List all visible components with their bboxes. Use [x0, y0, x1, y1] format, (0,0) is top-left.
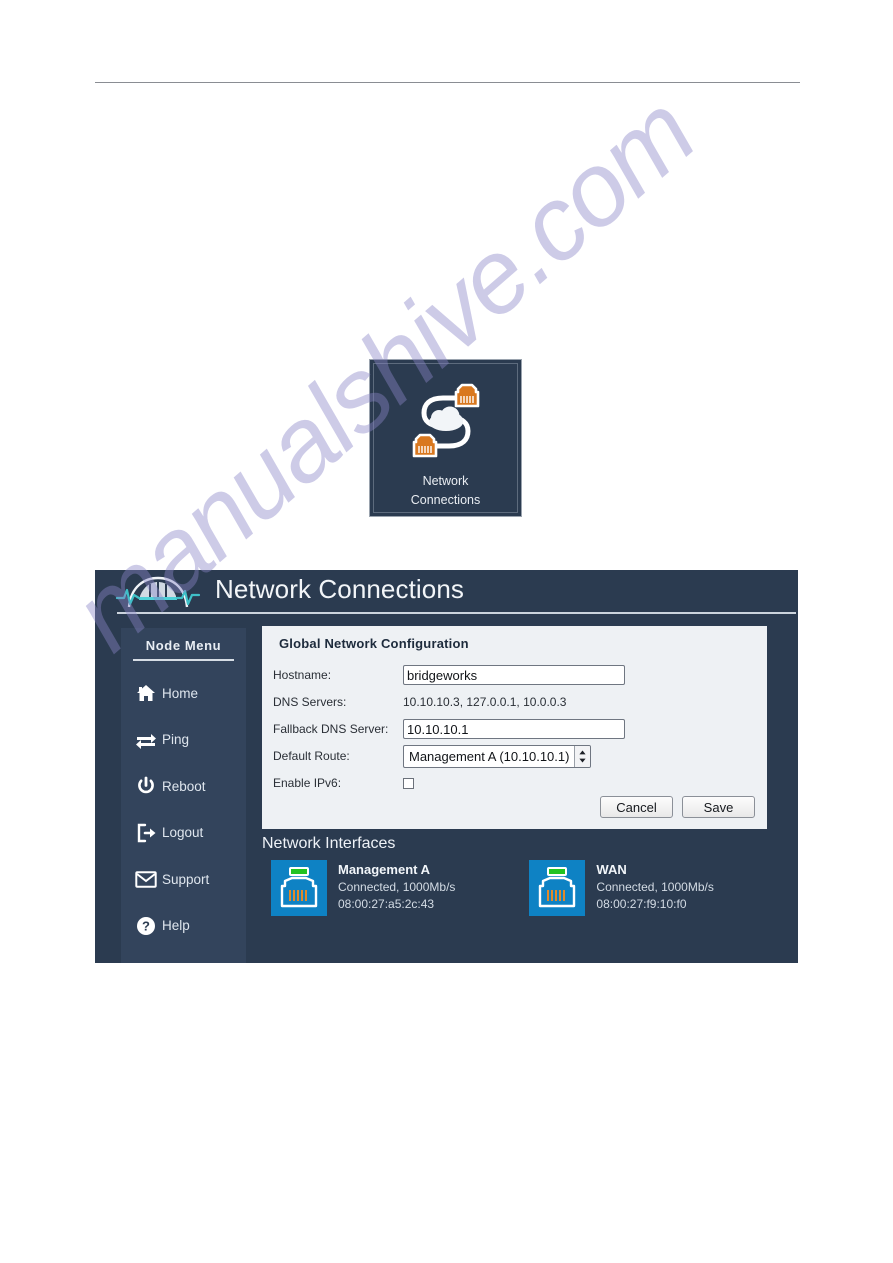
panel-button-row: Cancel Save: [600, 796, 755, 818]
default-route-select[interactable]: Management A (10.10.10.1): [403, 744, 592, 768]
sidebar-item-home[interactable]: Home: [121, 670, 246, 717]
network-interfaces-list: Management A Connected, 1000Mb/s 08:00:2…: [271, 860, 714, 916]
fallback-dns-label: Fallback DNS Server:: [273, 722, 389, 736]
network-connections-tile[interactable]: Network Connections: [369, 359, 522, 517]
default-route-label: Default Route:: [273, 749, 350, 763]
sidebar-item-label: Ping: [162, 732, 190, 748]
sidebar-title-divider: [133, 659, 234, 661]
sidebar-item-support[interactable]: Support: [121, 856, 246, 903]
power-icon: [134, 774, 158, 798]
network-interfaces-heading: Network Interfaces: [262, 835, 396, 852]
interface-status: Connected, 1000Mb/s: [338, 880, 456, 894]
network-connections-app-window: Network Connections Node Menu Home Ping …: [95, 570, 798, 963]
sidebar-item-label: Logout: [162, 825, 204, 841]
sidebar-item-logout[interactable]: Logout: [121, 810, 246, 857]
sidebar-item-help[interactable]: ? Help: [121, 903, 246, 950]
hostname-row: Hostname:: [273, 662, 753, 688]
sidebar-item-ping[interactable]: Ping: [121, 717, 246, 764]
header-divider: [117, 612, 796, 614]
page-title: Network Connections: [215, 574, 465, 604]
config-form: Hostname: DNS Servers: 10.10.10.3, 127.0…: [273, 662, 753, 797]
save-button[interactable]: Save: [682, 796, 755, 818]
home-icon: [134, 681, 158, 705]
sidebar-item-label: Support: [162, 871, 210, 887]
sidebar-item-label: Help: [162, 918, 190, 934]
question-circle-icon: ?: [134, 914, 158, 938]
bridgeworks-bridge-logo: [115, 574, 201, 617]
interface-name: WAN: [596, 862, 627, 877]
fallback-dns-row: Fallback DNS Server:: [273, 716, 753, 742]
tile-label-line1: Network: [422, 474, 469, 488]
interface-mac-address: 08:00:27:f9:10:f0: [596, 897, 687, 911]
hostname-label: Hostname:: [273, 668, 332, 682]
fallback-dns-input[interactable]: [403, 719, 625, 739]
hostname-input[interactable]: [403, 665, 625, 685]
network-interface-text: Management A Connected, 1000Mb/s 08:00:2…: [338, 860, 455, 913]
envelope-icon: [134, 867, 158, 891]
tile-label-line2: Connections: [410, 493, 481, 507]
enable-ipv6-checkbox[interactable]: [403, 777, 414, 789]
cancel-button[interactable]: Cancel: [600, 796, 673, 818]
network-interface-text: WAN Connected, 1000Mb/s 08:00:27:f9:10:f…: [596, 860, 713, 913]
chevron-updown-icon: [574, 745, 591, 767]
enable-ipv6-row: Enable IPv6:: [273, 770, 753, 796]
sidebar-title: Node Menu: [145, 638, 222, 653]
page-top-divider: [95, 82, 800, 83]
sidebar-item-reboot[interactable]: Reboot: [121, 763, 246, 810]
default-route-row: Default Route: Management A (10.10.10.1): [273, 743, 753, 769]
ethernet-port-icon: [529, 860, 586, 916]
logout-icon: [134, 821, 158, 845]
interface-mac-address: 08:00:27:a5:2c:43: [338, 897, 435, 911]
dns-servers-value: 10.10.10.3, 127.0.0.1, 10.0.0.3: [403, 695, 567, 709]
tile-label: Network Connections: [370, 472, 521, 510]
enable-ipv6-label: Enable IPv6:: [273, 776, 342, 790]
panel-title: Global Network Configuration: [279, 636, 469, 651]
interface-name: Management A: [338, 862, 430, 877]
app-header: Network Connections: [95, 570, 798, 614]
ethernet-port-icon: [271, 860, 327, 916]
ping-arrows-icon: [134, 728, 158, 752]
network-connections-icon: [396, 372, 496, 477]
interface-status: Connected, 1000Mb/s: [596, 880, 714, 894]
network-interface-card[interactable]: Management A Connected, 1000Mb/s 08:00:2…: [271, 860, 455, 916]
sidebar-nav: Home Ping Reboot Logout Support ? Help: [121, 670, 246, 949]
svg-text:?: ?: [142, 918, 150, 933]
node-menu-sidebar: Node Menu Home Ping Reboot Logout Suppor…: [121, 628, 246, 963]
default-route-selected-value: Management A (10.10.10.1): [409, 748, 570, 764]
network-interface-card[interactable]: WAN Connected, 1000Mb/s 08:00:27:f9:10:f…: [529, 860, 714, 916]
sidebar-item-label: Reboot: [162, 778, 206, 794]
global-network-configuration-panel: Global Network Configuration Hostname: D…: [262, 626, 767, 829]
dns-servers-row: DNS Servers: 10.10.10.3, 127.0.0.1, 10.0…: [273, 689, 753, 715]
sidebar-item-label: Home: [162, 685, 199, 701]
dns-servers-label: DNS Servers:: [273, 695, 347, 709]
